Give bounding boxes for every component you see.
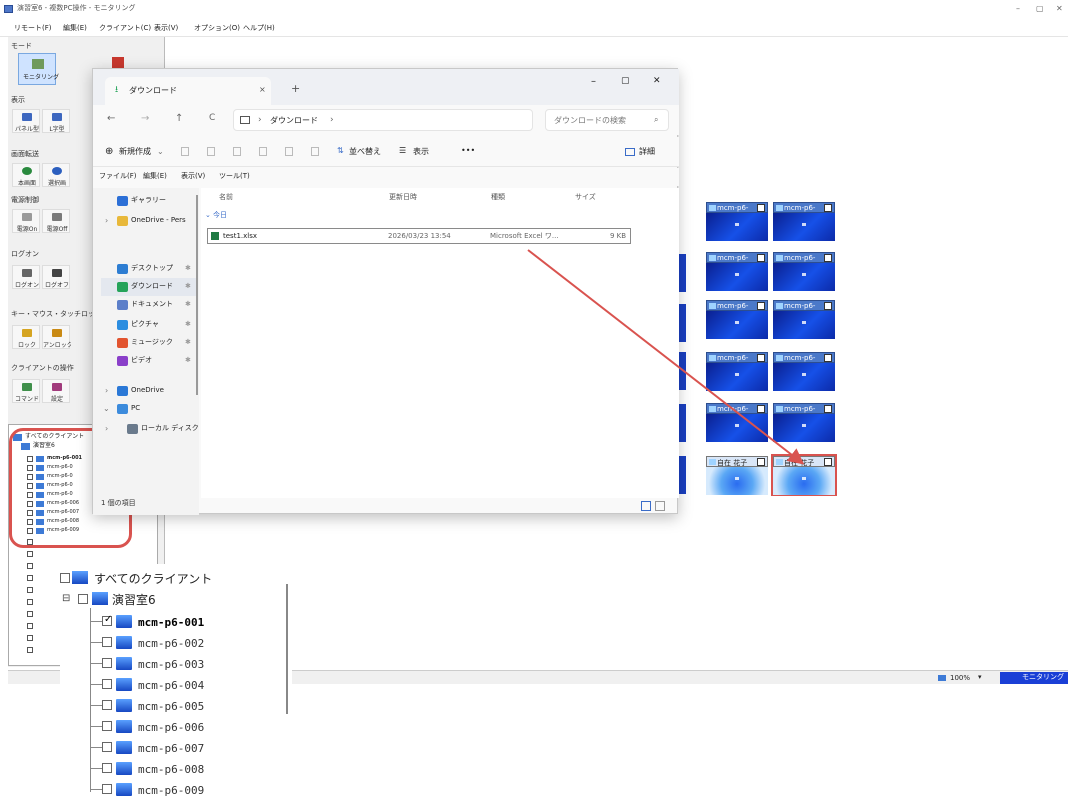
zoom-tree-item[interactable]: mcm-p6-004 xyxy=(60,675,292,696)
pc-icon xyxy=(116,615,132,628)
tree-branch xyxy=(90,621,102,622)
zoom-tree-label: mcm-p6-008 xyxy=(138,763,205,776)
zoom-tree-label: mcm-p6-007 xyxy=(138,742,205,755)
pc-icon xyxy=(116,783,132,796)
tree-branch xyxy=(90,684,102,685)
zoom-tree-checkbox[interactable] xyxy=(102,763,112,773)
zoom-group-label: 演習室6 xyxy=(112,593,156,607)
zoom-tree-label: mcm-p6-004 xyxy=(138,679,205,692)
pc-icon xyxy=(116,636,132,649)
zoom-group-row[interactable]: ⊟ 演習室6 xyxy=(60,589,260,609)
group-folder-icon xyxy=(92,592,108,605)
tree-branch xyxy=(90,705,102,706)
zoom-tree-label: mcm-p6-001 xyxy=(138,616,205,629)
zoom-tree-label: mcm-p6-003 xyxy=(138,658,205,671)
zoom-tree-checkbox[interactable]: ✓ xyxy=(102,614,112,626)
zoom-tree-label: mcm-p6-009 xyxy=(138,784,205,797)
tree-branch xyxy=(90,642,102,643)
tree-branch xyxy=(90,726,102,727)
pc-icon xyxy=(116,720,132,733)
zoom-tree-item[interactable]: mcm-p6-005 xyxy=(60,696,292,717)
clients-icon xyxy=(72,571,88,584)
tree-branch xyxy=(90,747,102,748)
zoom-root-row[interactable]: すべてのクライアント xyxy=(60,568,260,588)
zoom-tree-checkbox[interactable] xyxy=(102,721,112,731)
zoomed-client-tree: すべてのクライアント ⊟ 演習室6 ✓ mcm-p6-001 mcm-p6-00… xyxy=(60,564,292,797)
zoom-tree-checkbox[interactable] xyxy=(102,700,112,710)
zoom-tree-item[interactable]: mcm-p6-006 xyxy=(60,717,292,738)
pc-icon xyxy=(116,699,132,712)
zoom-tree-checkbox[interactable] xyxy=(102,679,112,689)
tree-branch xyxy=(90,768,102,769)
zoom-tree-label: mcm-p6-005 xyxy=(138,700,205,713)
zoom-tree-label: mcm-p6-006 xyxy=(138,721,205,734)
zoom-tree-label: mcm-p6-002 xyxy=(138,637,205,650)
pc-icon xyxy=(116,657,132,670)
zoom-tree-item[interactable]: mcm-p6-009 xyxy=(60,780,292,801)
tree-branch xyxy=(90,789,102,790)
zoom-root-label: すべてのクライアント xyxy=(94,572,213,586)
pc-icon xyxy=(116,678,132,691)
zoom-tree-item[interactable]: mcm-p6-003 xyxy=(60,654,292,675)
zoom-root-checkbox[interactable] xyxy=(60,573,70,583)
tree-branch xyxy=(90,663,102,664)
zoom-tree-checkbox[interactable] xyxy=(102,742,112,752)
zoom-tree-checkbox[interactable] xyxy=(102,784,112,794)
zoom-tree-item[interactable]: mcm-p6-002 xyxy=(60,633,292,654)
expand-icon[interactable]: ⊟ xyxy=(62,594,70,604)
pc-icon xyxy=(116,762,132,775)
zoom-tree-item[interactable]: ✓ mcm-p6-001 xyxy=(60,612,292,633)
zoom-tree-checkbox[interactable] xyxy=(102,658,112,668)
zoom-group-checkbox[interactable] xyxy=(78,594,88,604)
zoom-tree-item[interactable]: mcm-p6-007 xyxy=(60,738,292,759)
zoom-tree-item[interactable]: mcm-p6-008 xyxy=(60,759,292,780)
zoom-tree-checkbox[interactable] xyxy=(102,637,112,647)
pc-icon xyxy=(116,741,132,754)
